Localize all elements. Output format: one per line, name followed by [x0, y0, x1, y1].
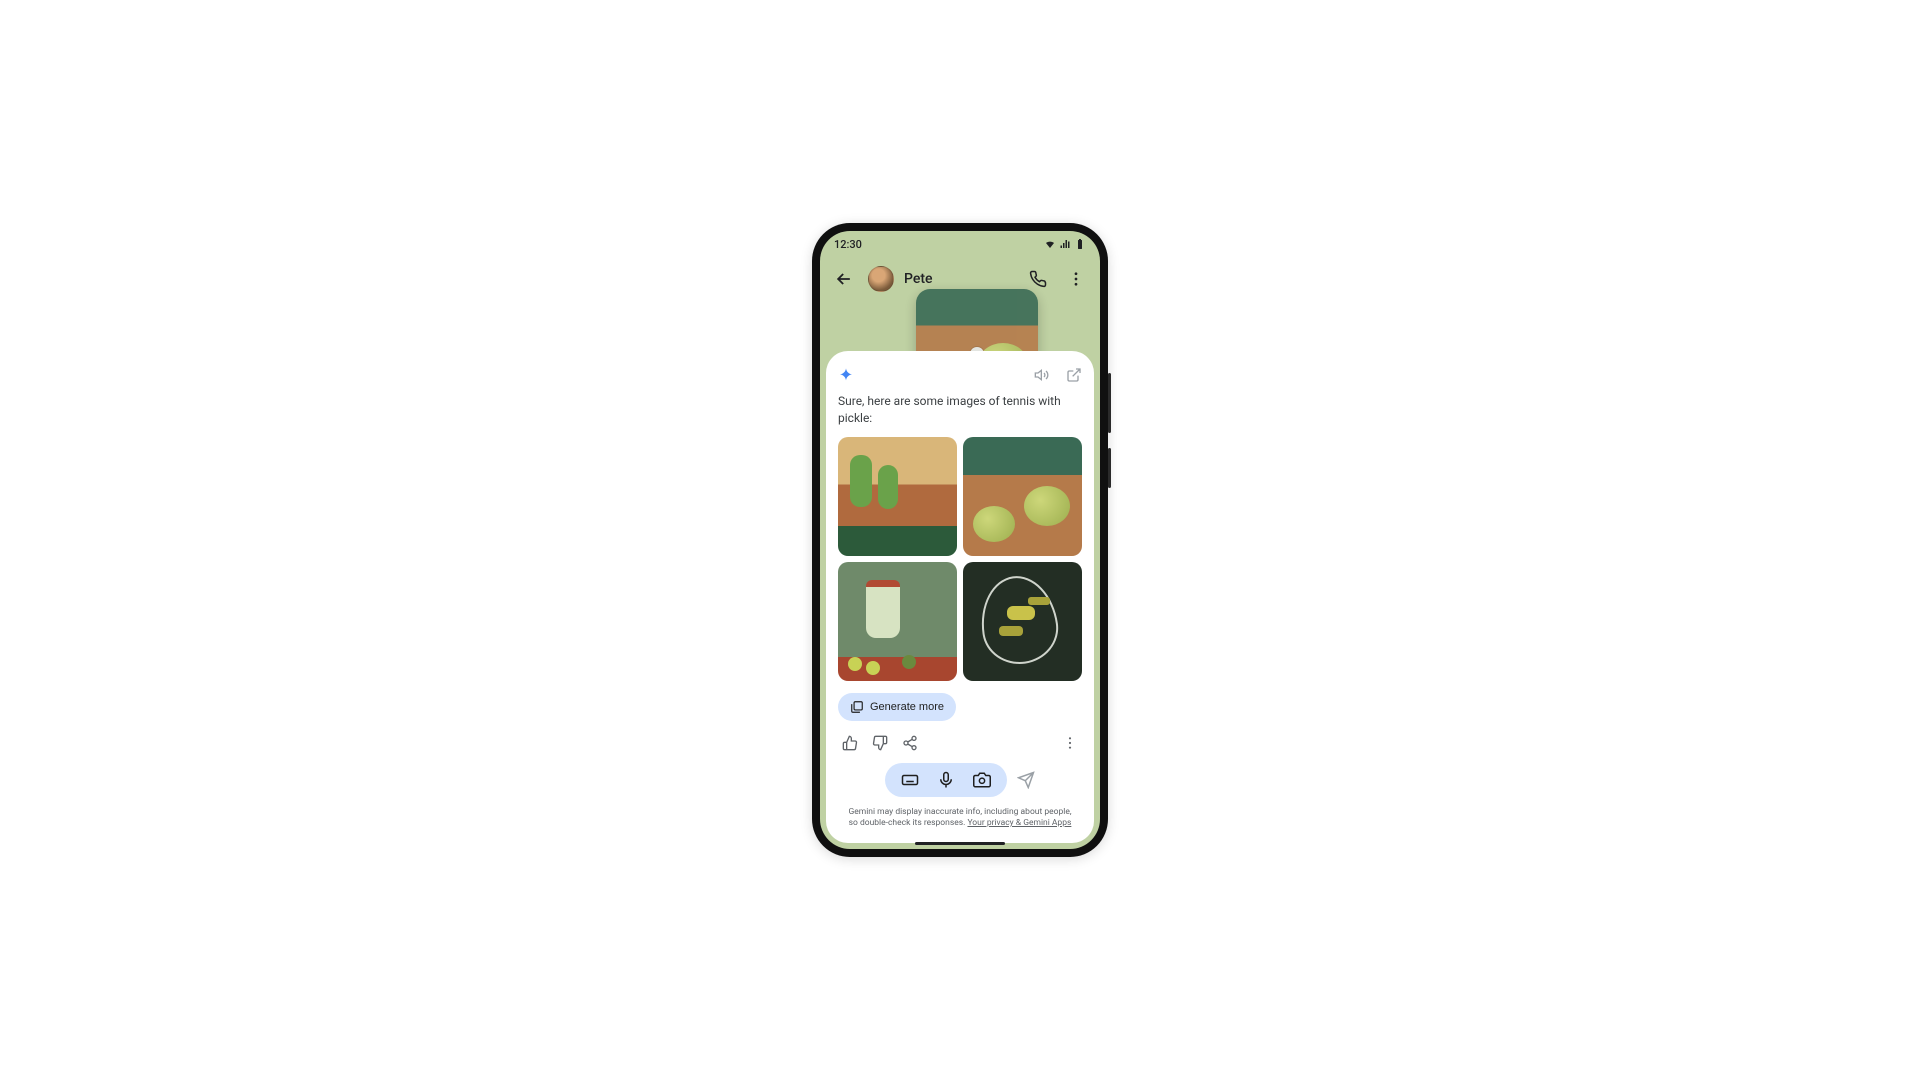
feedback-row [838, 735, 1082, 751]
share-icon[interactable] [902, 735, 918, 751]
wifi-icon [1044, 238, 1056, 250]
open-external-icon[interactable] [1066, 367, 1082, 383]
privacy-link[interactable]: Your privacy & Gemini Apps [967, 818, 1071, 828]
volume-button[interactable] [1108, 373, 1111, 433]
screen: 12:30 Pete [820, 231, 1100, 849]
generated-image-grid [838, 437, 1082, 681]
response-overflow-icon[interactable] [1062, 735, 1078, 751]
phone-icon [1029, 270, 1047, 288]
power-button[interactable] [1108, 448, 1111, 488]
generated-image-1[interactable] [838, 437, 957, 556]
response-text: Sure, here are some images of tennis wit… [838, 393, 1082, 427]
contact-name[interactable]: Pete [904, 271, 1014, 287]
input-mode-pill [885, 763, 1007, 797]
generate-more-button[interactable]: Generate more [838, 693, 956, 721]
speaker-icon[interactable] [1034, 367, 1050, 383]
battery-icon [1074, 238, 1086, 250]
mic-icon[interactable] [937, 771, 955, 789]
input-row [838, 763, 1082, 797]
arrow-left-icon [834, 269, 854, 289]
back-button[interactable] [830, 265, 858, 293]
signal-icon [1059, 238, 1071, 250]
layers-icon [850, 700, 864, 714]
status-bar: 12:30 [820, 231, 1100, 257]
generated-image-2[interactable] [963, 437, 1082, 556]
keyboard-icon[interactable] [901, 771, 919, 789]
phone-frame: 12:30 Pete [812, 223, 1108, 857]
generate-more-label: Generate more [870, 701, 944, 713]
camera-icon[interactable] [973, 771, 991, 789]
avatar[interactable] [868, 266, 894, 292]
thumbs-up-icon[interactable] [842, 735, 858, 751]
clock: 12:30 [834, 238, 862, 251]
nav-pill[interactable] [915, 842, 1005, 845]
generated-image-4[interactable] [963, 562, 1082, 681]
generated-image-3[interactable] [838, 562, 957, 681]
gemini-spark-icon [838, 367, 854, 383]
send-icon[interactable] [1017, 771, 1035, 789]
panel-header [838, 363, 1082, 387]
overflow-button[interactable] [1062, 265, 1090, 293]
thumbs-down-icon[interactable] [872, 735, 888, 751]
disclaimer: Gemini may display inaccurate info, incl… [838, 807, 1082, 830]
status-icons [1044, 238, 1086, 250]
gemini-panel: Sure, here are some images of tennis wit… [826, 351, 1094, 843]
more-vert-icon [1067, 270, 1085, 288]
